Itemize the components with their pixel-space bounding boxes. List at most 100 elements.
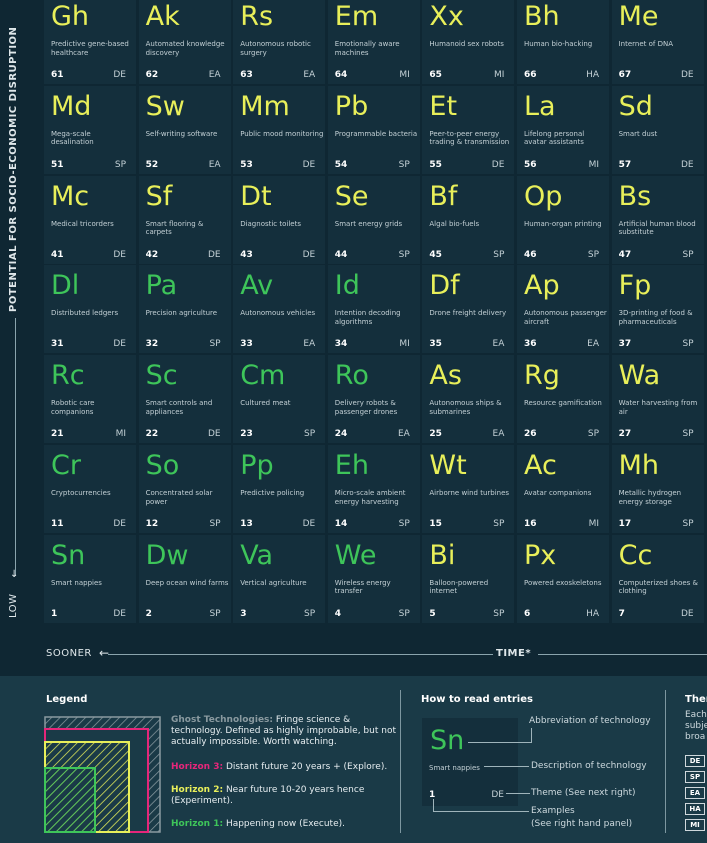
element-tile-mh: Mh Metallic hydrogen energy storage 17 SP: [611, 445, 704, 533]
tile-theme: SP: [493, 519, 505, 529]
tile-number: 51: [51, 159, 64, 170]
tile-theme: SP: [682, 249, 694, 260]
tile-number: 3: [240, 608, 247, 619]
tile-theme: DE: [113, 339, 126, 350]
tile-symbol: Av: [240, 270, 274, 302]
tile-symbol: Bh: [524, 1, 560, 32]
tile-symbol: Pa: [145, 270, 178, 302]
tile-symbol: Sc: [145, 360, 178, 392]
tile-theme: EA: [208, 70, 221, 80]
legend-h1-text: Happening now (Execute).: [225, 819, 345, 829]
element-tile-sw: Sw Self-writing software 52 EA: [138, 85, 231, 174]
element-tile-sn: Sn Smart nappies 1 DE: [44, 534, 136, 623]
tile-theme: DE: [302, 519, 316, 529]
tile-symbol: Cm: [240, 360, 286, 392]
tile-theme: MI: [115, 429, 126, 440]
tile-symbol: Bf: [429, 180, 458, 212]
tile-theme: HA: [586, 70, 599, 80]
tile-description: Intention decoding algorithms: [334, 309, 401, 326]
tile-symbol: Eh: [334, 450, 369, 481]
y-axis-line: [15, 318, 16, 576]
tile-theme: SP: [398, 249, 410, 260]
tile-description: Balloon-powered internet: [429, 578, 489, 596]
tile-symbol: As: [429, 360, 462, 392]
tile-theme: SP: [209, 608, 221, 619]
tile-symbol: Ac: [524, 450, 557, 481]
element-tile-pp: Pp Predictive policing 13 DE: [233, 445, 326, 533]
theme-code-de: DE: [685, 755, 705, 767]
x-axis-sooner-label: SOONER: [46, 648, 92, 659]
connector-abbr: [468, 742, 531, 743]
element-tile-cm: Cm Cultured meat 23 SP: [233, 355, 326, 444]
tile-symbol: Px: [524, 539, 557, 571]
themes-desc-line-1: Each: [685, 710, 707, 720]
element-tile-df: Df Drone freight delivery 35 EA: [422, 265, 515, 354]
tile-description: Public mood monitoring: [240, 129, 324, 138]
element-tile-cc: Cc Computerized shoes & clothing 7 DE: [611, 534, 704, 623]
tile-description: Lifelong personal avatar assistants: [524, 129, 585, 147]
tile-symbol: Sf: [145, 180, 173, 212]
tile-symbol: Ak: [145, 1, 180, 32]
element-tile-ak: Ak Automated knowledge discovery 62 EA: [138, 0, 231, 84]
tile-theme: EA: [303, 339, 316, 350]
tile-number: 67: [618, 70, 632, 80]
tile-number: 54: [334, 159, 348, 170]
tile-theme: DE: [113, 608, 126, 619]
tile-number: 22: [145, 429, 159, 440]
tile-number: 32: [145, 339, 159, 350]
themes-desc-line-3: broa: [685, 732, 706, 742]
tile-theme: EA: [397, 429, 410, 440]
tile-number: 53: [240, 159, 253, 170]
tile-description: Concentrated solar power: [145, 489, 213, 506]
legend-h2-label: Horizon 2:: [171, 785, 224, 795]
tile-description: Precision agriculture: [145, 309, 218, 318]
tile-number: 24: [334, 429, 348, 440]
element-tile-sd: Sd Smart dust 57 DE: [611, 85, 704, 174]
tile-description: Micro-scale ambient energy harvesting: [334, 489, 406, 506]
x-axis-time-label: TIME*: [496, 648, 532, 659]
tile-description: Artificial human blood substitute: [618, 219, 696, 237]
theme-code-ha: HA: [685, 803, 705, 815]
tile-symbol: We: [334, 539, 377, 571]
tile-theme: SP: [209, 339, 221, 350]
element-tile-ro: Ro Delivery robots & passenger drones 24 EA: [327, 355, 420, 444]
tile-number: 4: [334, 608, 342, 619]
tile-number: 45: [429, 249, 442, 260]
element-tile-rc: Rc Robotic care companions 21 MI: [44, 355, 136, 444]
tile-description: Powered exoskeletons: [524, 578, 602, 587]
tile-number: 65: [429, 70, 442, 80]
tile-symbol: Pb: [334, 90, 369, 122]
note-description: Description of technology: [531, 761, 647, 771]
tile-theme: DE: [302, 249, 316, 260]
tile-theme: HA: [586, 608, 599, 619]
connector-examples: [433, 811, 529, 812]
x-axis-arrow-left-icon: ←: [99, 646, 110, 660]
tile-description: Mega-scale desalination: [51, 129, 94, 147]
tile-number: 37: [618, 339, 632, 350]
tile-theme: DE: [680, 159, 694, 170]
tile-description: Water harvesting from air: [618, 399, 698, 416]
element-tile-me: Me Internet of DNA 67 DE: [611, 0, 704, 84]
element-tile-bi: Bi Balloon-powered internet 5 SP: [422, 534, 515, 623]
tile-description: 3D-printing of food & pharmaceuticals: [618, 309, 693, 326]
tile-description: Humanoid sex robots: [429, 40, 504, 48]
note-examples: Examples: [531, 806, 575, 816]
tile-theme: SP: [587, 429, 599, 440]
tile-description: Wireless energy transfer: [334, 578, 391, 596]
tile-number: 2: [145, 608, 152, 619]
tile-symbol: Mc: [51, 180, 90, 212]
element-tile-id: Id Intention decoding algorithms 34 MI: [327, 265, 420, 354]
tile-theme: SP: [398, 519, 410, 529]
element-tile-ap: Ap Autonomous passenger aircraft 36 EA: [517, 265, 609, 354]
tile-number: 46: [524, 249, 537, 260]
theme-code-ea: EA: [685, 787, 705, 799]
element-tile-ac: Ac Avatar companions 16 MI: [517, 445, 609, 533]
tile-theme: SP: [304, 608, 316, 619]
tile-theme: SP: [304, 429, 316, 440]
element-tile-px: Px Powered exoskeletons 6 HA: [517, 534, 609, 623]
connector-examples-v: [433, 799, 434, 811]
tile-symbol: Ap: [524, 270, 560, 302]
tile-theme: DE: [680, 608, 694, 619]
tile-theme: EA: [208, 159, 221, 170]
tile-symbol: Sd: [618, 90, 653, 122]
